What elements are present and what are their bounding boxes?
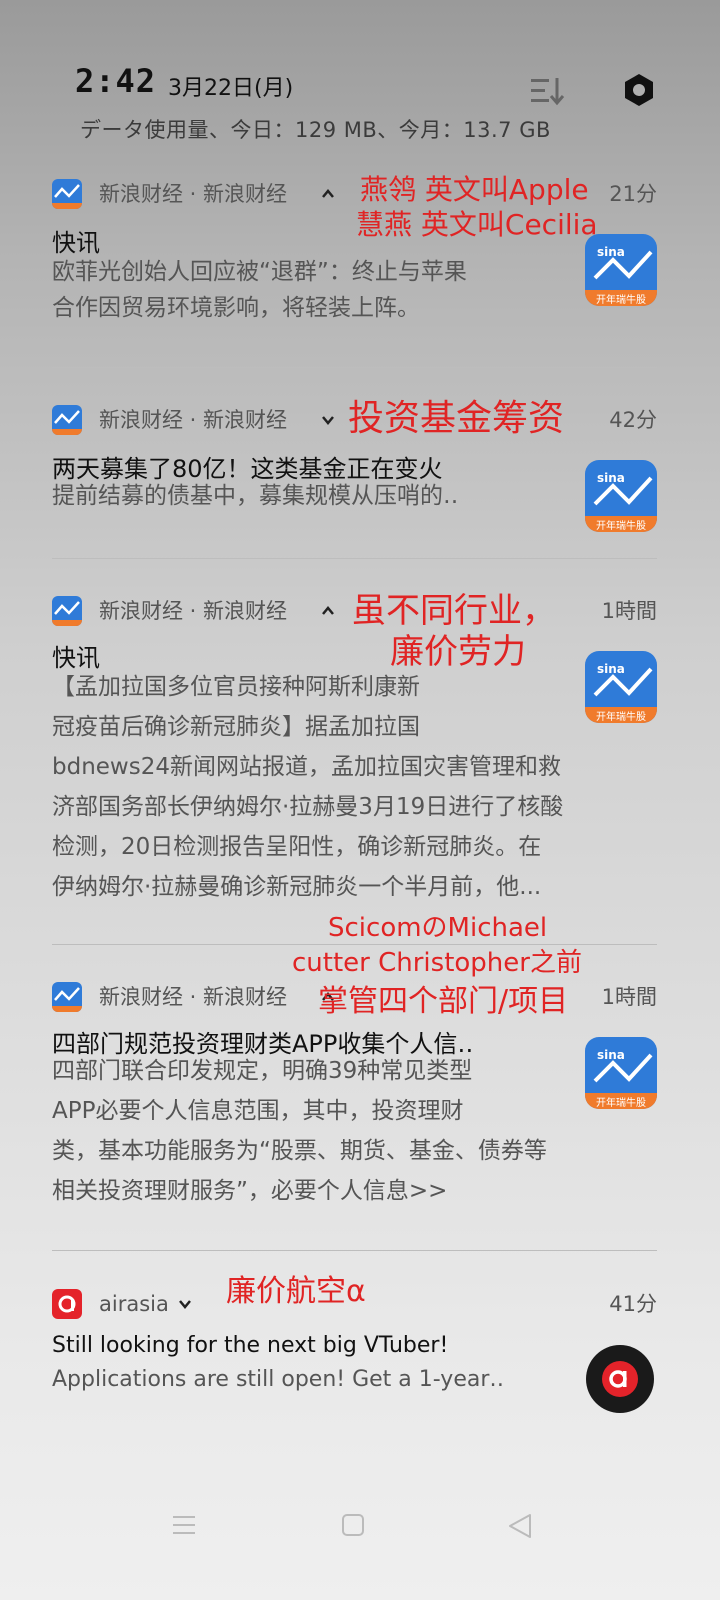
back-icon[interactable] xyxy=(506,1512,534,1540)
notification-title: 快讯 xyxy=(52,229,100,257)
notification-body-line: 提前结募的债基中，募集规模从压哨的‥ xyxy=(52,483,459,509)
chevron-up-icon[interactable] xyxy=(320,186,336,202)
notification-time: 21分 xyxy=(609,182,657,206)
notification-time: 1時間 xyxy=(601,985,657,1009)
sina-finance-app-icon xyxy=(52,405,82,435)
notification-app-name: 新浪财经 · 新浪财经 xyxy=(99,182,288,206)
notification-body-line: 济部国务部长伊纳姆尔·拉赫曼3月19日进行了核酸 xyxy=(52,794,564,820)
notification-app-name: 新浪财经 · 新浪财经 xyxy=(99,985,288,1009)
date-label: 3月22日(月) xyxy=(168,76,294,101)
home-icon[interactable] xyxy=(340,1512,366,1538)
sina-finance-thumbnail: sina 开年瑞牛股 xyxy=(585,651,657,723)
svg-text:sina: sina xyxy=(597,471,625,485)
handwritten-annotation: 慧燕 英文叫Cecilia xyxy=(356,208,598,241)
notification-body-line: 欧菲光创始人回应被“退群”：终止与苹果 xyxy=(52,259,467,285)
notification-app-name: airasia xyxy=(99,1292,169,1316)
notification-body-line: 相关投资理财服务”，必要个人信息>> xyxy=(52,1178,448,1204)
thumbnail-caption: 开年瑞牛股 xyxy=(596,521,646,532)
handwritten-annotation: 廉价航空α xyxy=(226,1274,366,1309)
notification-body-line: Applications are still open! Get a 1-yea… xyxy=(52,1367,505,1392)
chevron-down-icon[interactable] xyxy=(177,1296,193,1312)
notification-body-line: 类，基本功能服务为“股票、期货、基金、债券等 xyxy=(52,1138,547,1164)
notification-card[interactable]: 新浪财经 · 新浪财经 1時間 快讯 【孟加拉国多位官员接种阿斯利康新 冠疫苗后… xyxy=(52,596,657,916)
chevron-up-icon[interactable] xyxy=(320,603,336,619)
notification-app-name: 新浪财经 · 新浪财经 xyxy=(99,599,288,623)
clock-time: 2:42 xyxy=(75,62,157,100)
notification-body-line: 【孟加拉国多位官员接种阿斯利康新 xyxy=(52,674,420,700)
airasia-app-icon xyxy=(52,1289,82,1319)
sina-finance-thumbnail: sina 开年瑞牛股 xyxy=(585,1037,657,1109)
notification-time: 41分 xyxy=(609,1292,657,1316)
handwritten-annotation: 燕鸰 英文叫Apple xyxy=(360,173,589,206)
divider xyxy=(52,1250,657,1251)
svg-text:sina: sina xyxy=(597,662,625,676)
data-usage-label: データ使用量、今日：129 MB、今月：13.7 GB xyxy=(80,118,551,142)
status-header: 2:42 3月22日(月) データ使用量、今日：129 MB、今月：13.7 G… xyxy=(0,0,720,150)
notification-body-line: 四部门联合印发规定，明确39种常见类型 xyxy=(52,1058,473,1084)
notification-title: 快讯 xyxy=(52,644,100,672)
notification-body-line: 检测，20日检测报告呈阳性，确诊新冠肺炎。在 xyxy=(52,834,542,860)
handwritten-annotation: 掌管四个部门/项目 xyxy=(318,984,569,1019)
handwritten-annotation: cutter Christopher之前 xyxy=(292,948,582,978)
notification-body-line: 合作因贸易环境影响，将轻装上阵。 xyxy=(52,295,420,321)
notification-app-name: 新浪财经 · 新浪财经 xyxy=(99,408,288,432)
thumbnail-caption: 开年瑞牛股 xyxy=(596,1098,646,1109)
handwritten-annotation: ScicomのMichael xyxy=(328,913,548,943)
divider xyxy=(52,367,657,368)
svg-text:sina: sina xyxy=(597,1048,625,1062)
handwritten-annotation: 投资基金筹资 xyxy=(348,398,565,439)
menu-icon[interactable] xyxy=(171,1512,197,1538)
notification-time: 42分 xyxy=(609,408,657,432)
sina-finance-app-icon xyxy=(52,982,82,1012)
notification-body-line: 冠疫苗后确诊新冠肺炎】据孟加拉国 xyxy=(52,714,420,740)
navigation-bar xyxy=(0,1490,720,1570)
sina-finance-app-icon xyxy=(52,596,82,626)
sort-icon[interactable] xyxy=(531,76,565,106)
handwritten-annotation: 廉价劳力 xyxy=(390,632,526,672)
notification-body-line: APP必要个人信息范围，其中，投资理财 xyxy=(52,1098,464,1124)
sina-finance-thumbnail: sina 开年瑞牛股 xyxy=(585,234,657,306)
divider xyxy=(52,558,657,559)
gear-icon[interactable] xyxy=(621,72,657,108)
sina-finance-app-icon xyxy=(52,179,82,209)
thumbnail-caption: 开年瑞牛股 xyxy=(596,712,646,723)
chevron-down-icon[interactable] xyxy=(320,412,336,428)
airasia-logo-icon xyxy=(586,1345,654,1413)
notification-time: 1時間 xyxy=(601,599,657,623)
thumbnail-caption: 开年瑞牛股 xyxy=(596,295,646,306)
notification-body-line: 伊纳姆尔·拉赫曼确诊新冠肺炎一个半月前，他... xyxy=(52,874,542,900)
notification-body-line: bdnews24新闻网站报道，孟加拉国灾害管理和救 xyxy=(52,754,561,780)
notification-title: Still looking for the next big VTuber! xyxy=(52,1333,449,1358)
sina-finance-thumbnail: sina 开年瑞牛股 xyxy=(585,460,657,532)
svg-text:sina: sina xyxy=(597,245,625,259)
